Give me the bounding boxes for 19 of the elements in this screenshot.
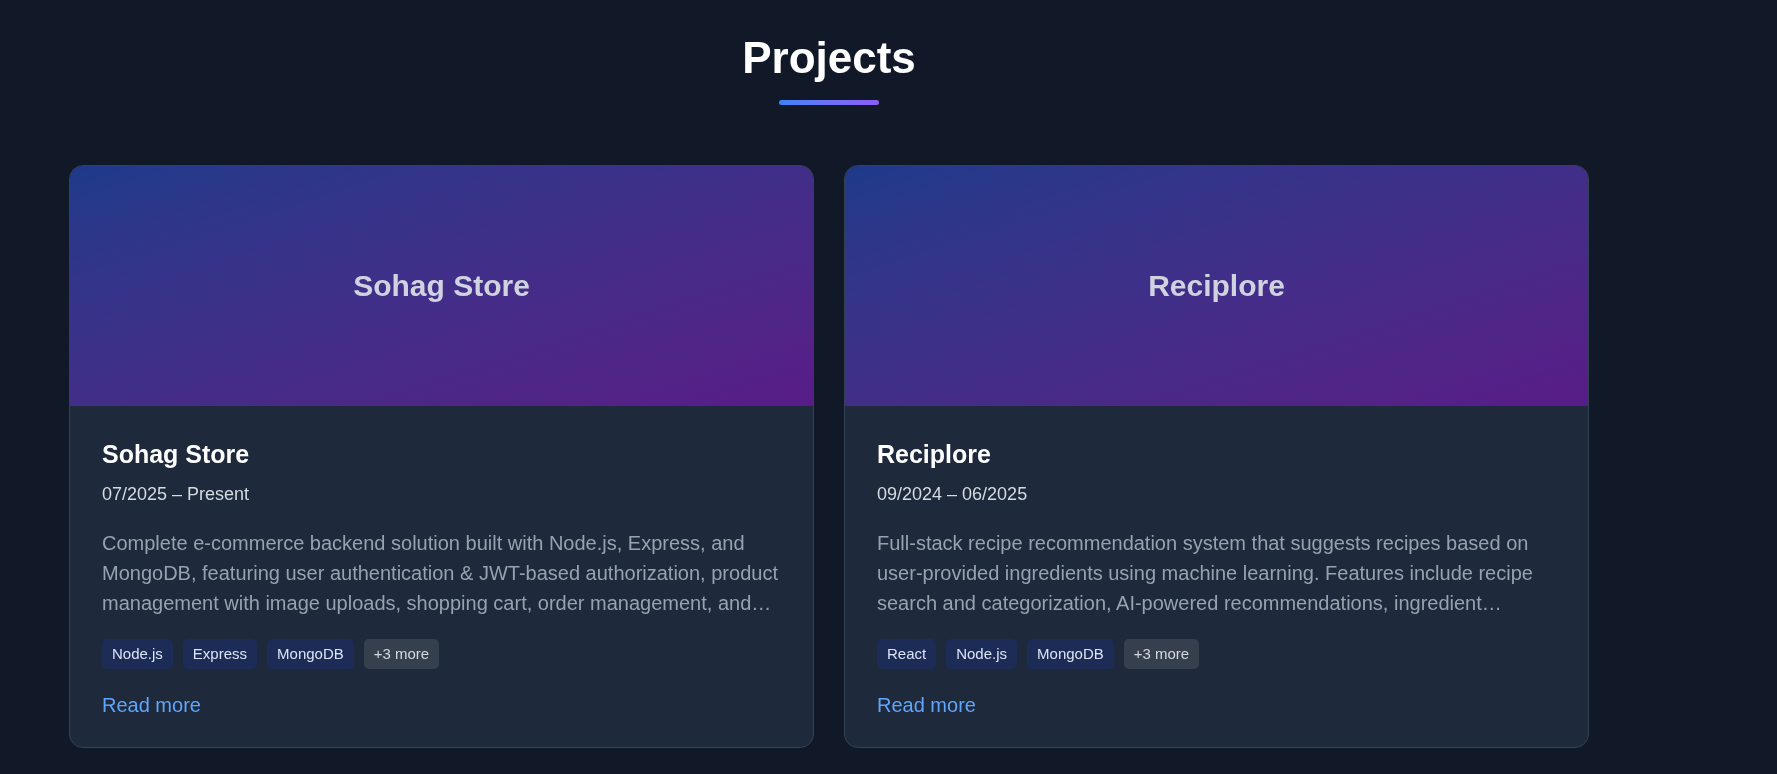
read-more-link[interactable]: Read more xyxy=(877,691,976,719)
tech-tag: Node.js xyxy=(946,639,1018,669)
project-description: Full-stack recipe recommendation system that suggests recipes based on user-provided ingredients using machine learning. Features include recipe search and categorization, AI-powered recommendations, ingredient… xyxy=(877,531,1534,616)
tech-tag: MongoDB xyxy=(1027,639,1114,669)
banner-title: Reciplore xyxy=(1148,268,1285,304)
tech-tag: React xyxy=(877,639,937,669)
read-more-link[interactable]: Read more xyxy=(102,691,201,719)
tech-tag: +3 more xyxy=(1123,639,1200,669)
tech-tag: MongoDB xyxy=(267,639,354,669)
tech-tag: Express xyxy=(182,639,258,669)
project-dates: 07/2025 – Present xyxy=(102,483,250,506)
tech-tag: Node.js xyxy=(102,639,173,669)
banner-title: Sohag Store xyxy=(353,268,530,304)
tech-tag: +3 more xyxy=(363,639,440,669)
section-title: Projects xyxy=(742,32,916,84)
project-dates: 09/2024 – 06/2025 xyxy=(877,483,1028,506)
project-title: Sohag Store xyxy=(102,439,250,470)
project-title: Reciplore xyxy=(877,439,991,470)
project-description: Complete e-commerce backend solution built with Node.js, Express, and MongoDB, featuring user authentication & JWT-based authorization, product management with image uploads, shopping cart, order management, and… xyxy=(102,531,779,616)
